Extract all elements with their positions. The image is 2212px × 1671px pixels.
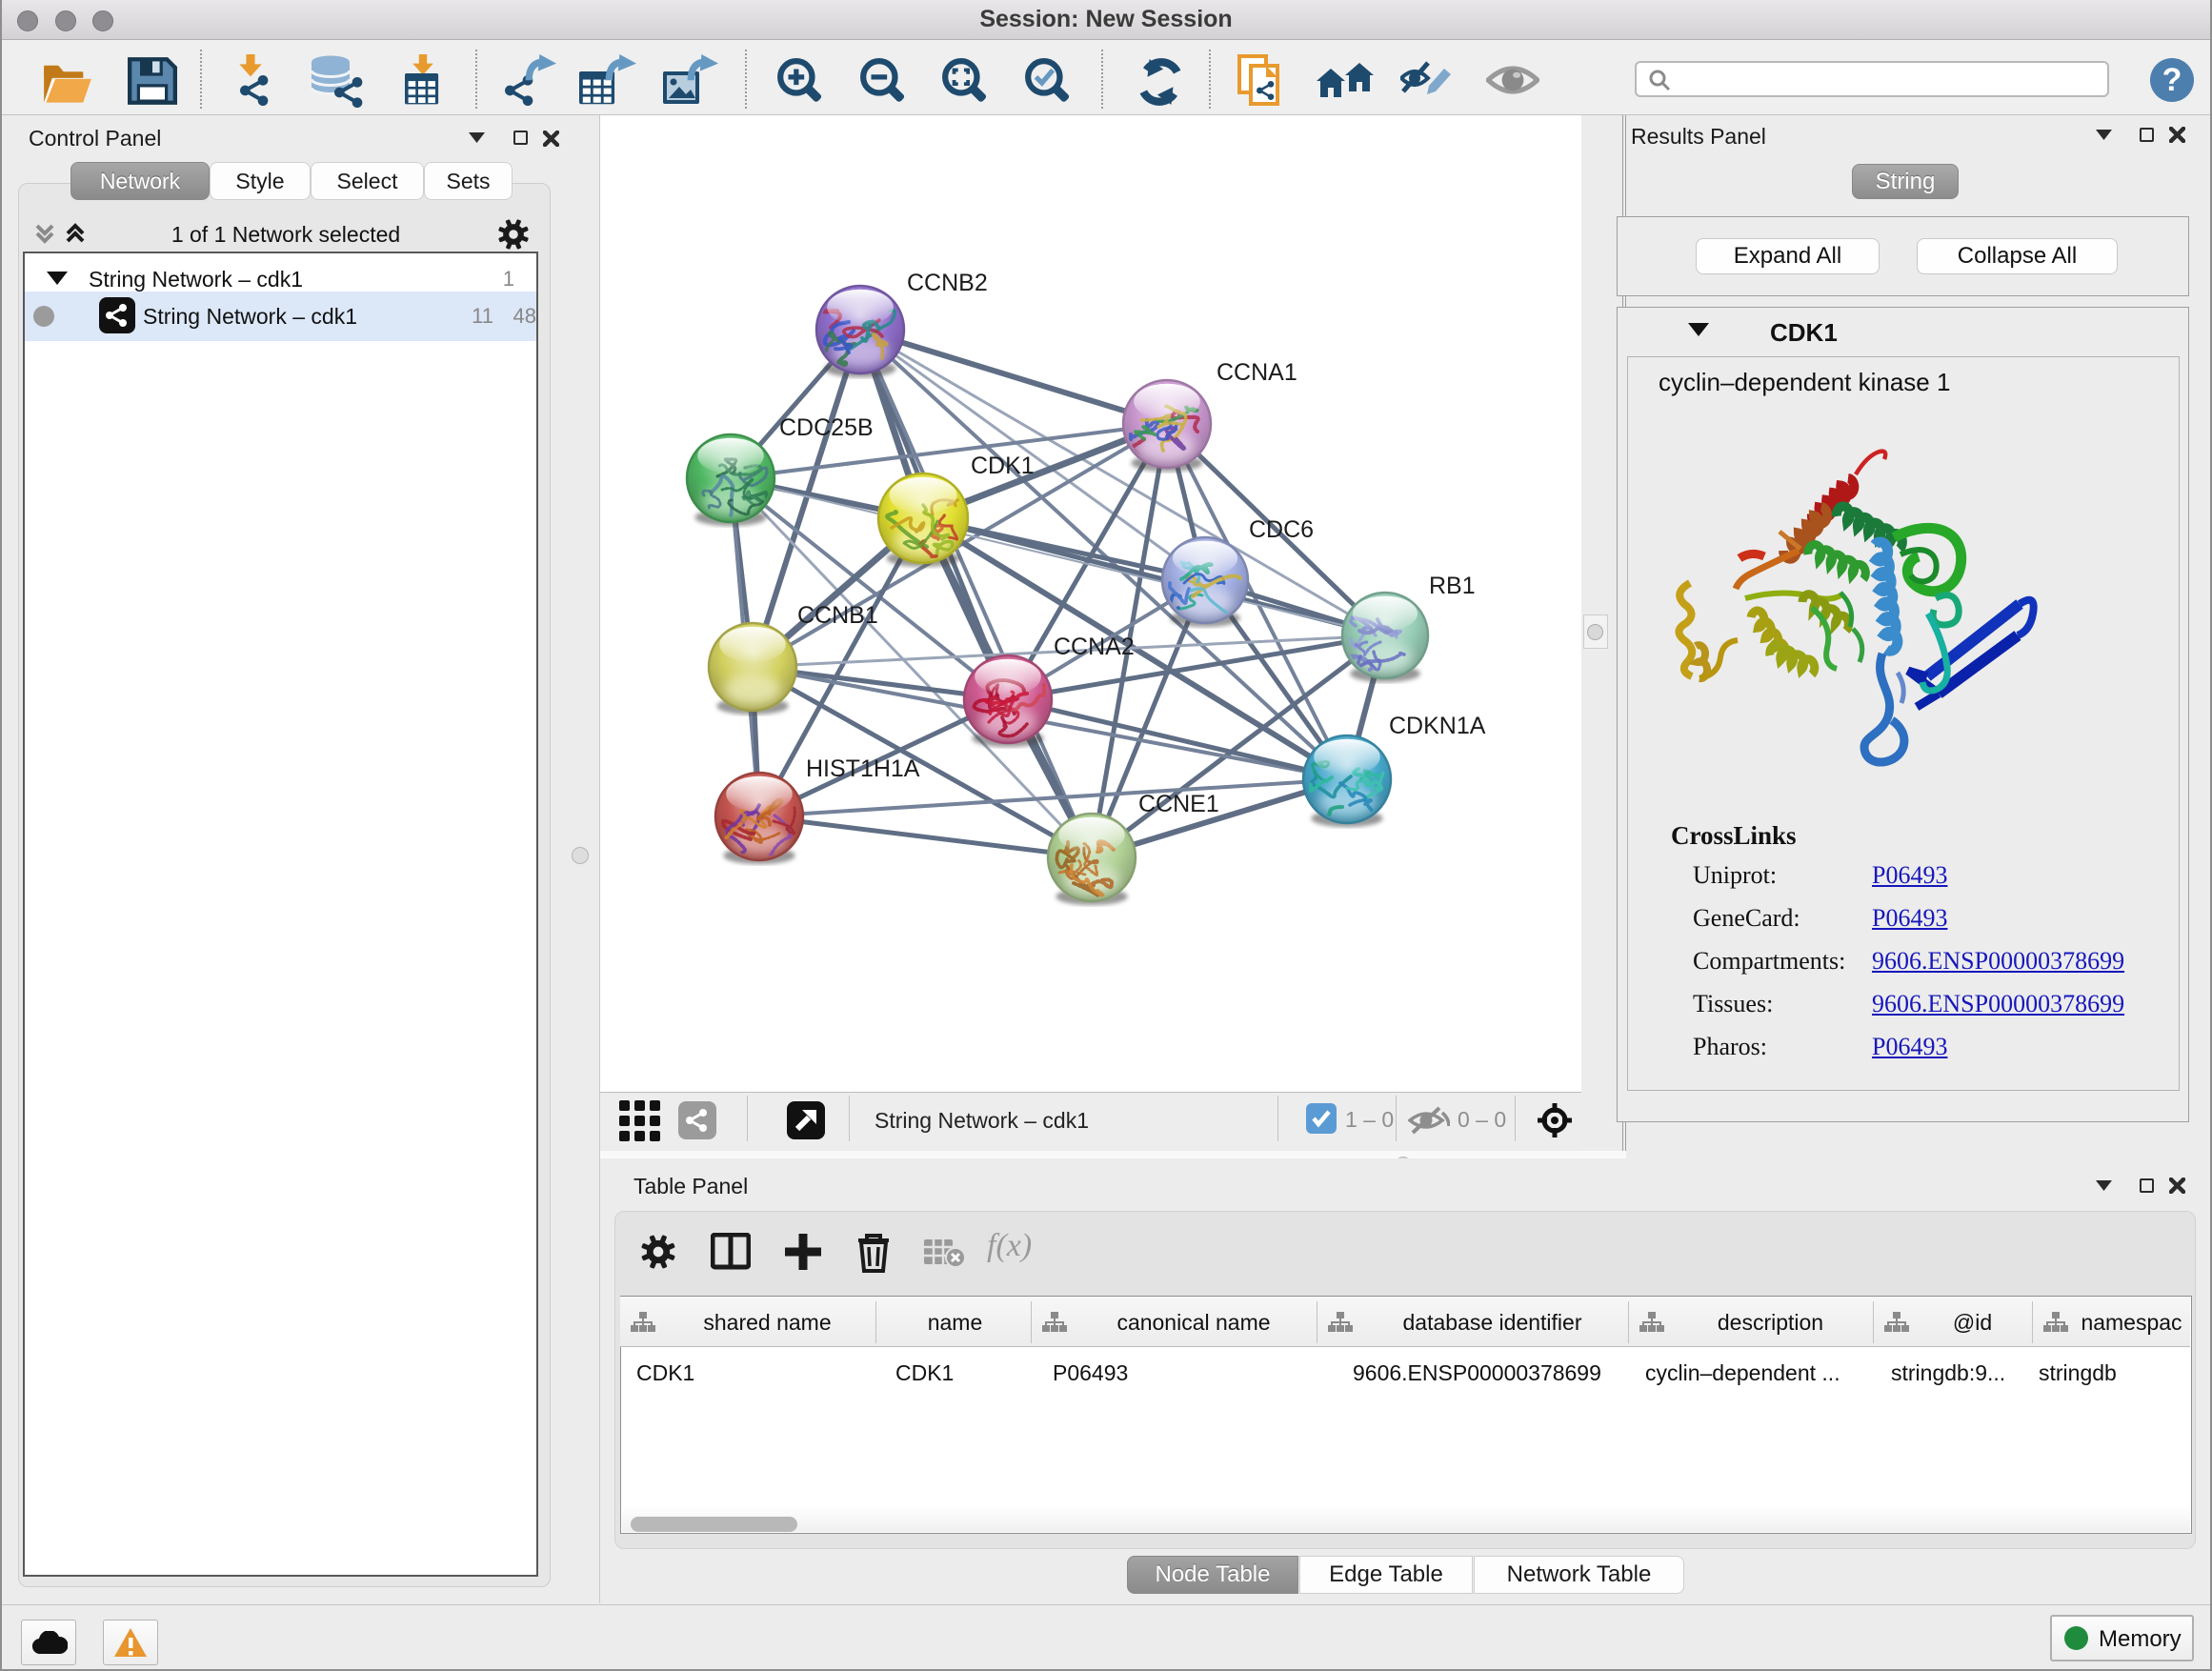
svg-text:RB1: RB1: [1429, 573, 1476, 599]
svg-text:CDC25B: CDC25B: [779, 414, 874, 441]
svg-text:CCNA1: CCNA1: [1217, 359, 1297, 386]
svg-text:CDKN1A: CDKN1A: [1389, 713, 1486, 739]
svg-text:CCNB2: CCNB2: [907, 270, 988, 296]
svg-text:CCNE1: CCNE1: [1138, 791, 1219, 817]
svg-text:CCNB1: CCNB1: [797, 602, 878, 629]
svg-text:CDC6: CDC6: [1249, 516, 1314, 543]
svg-text:HIST1H1A: HIST1H1A: [806, 755, 920, 782]
svg-text:CDK1: CDK1: [971, 453, 1035, 479]
svg-text:CCNA2: CCNA2: [1054, 634, 1135, 660]
